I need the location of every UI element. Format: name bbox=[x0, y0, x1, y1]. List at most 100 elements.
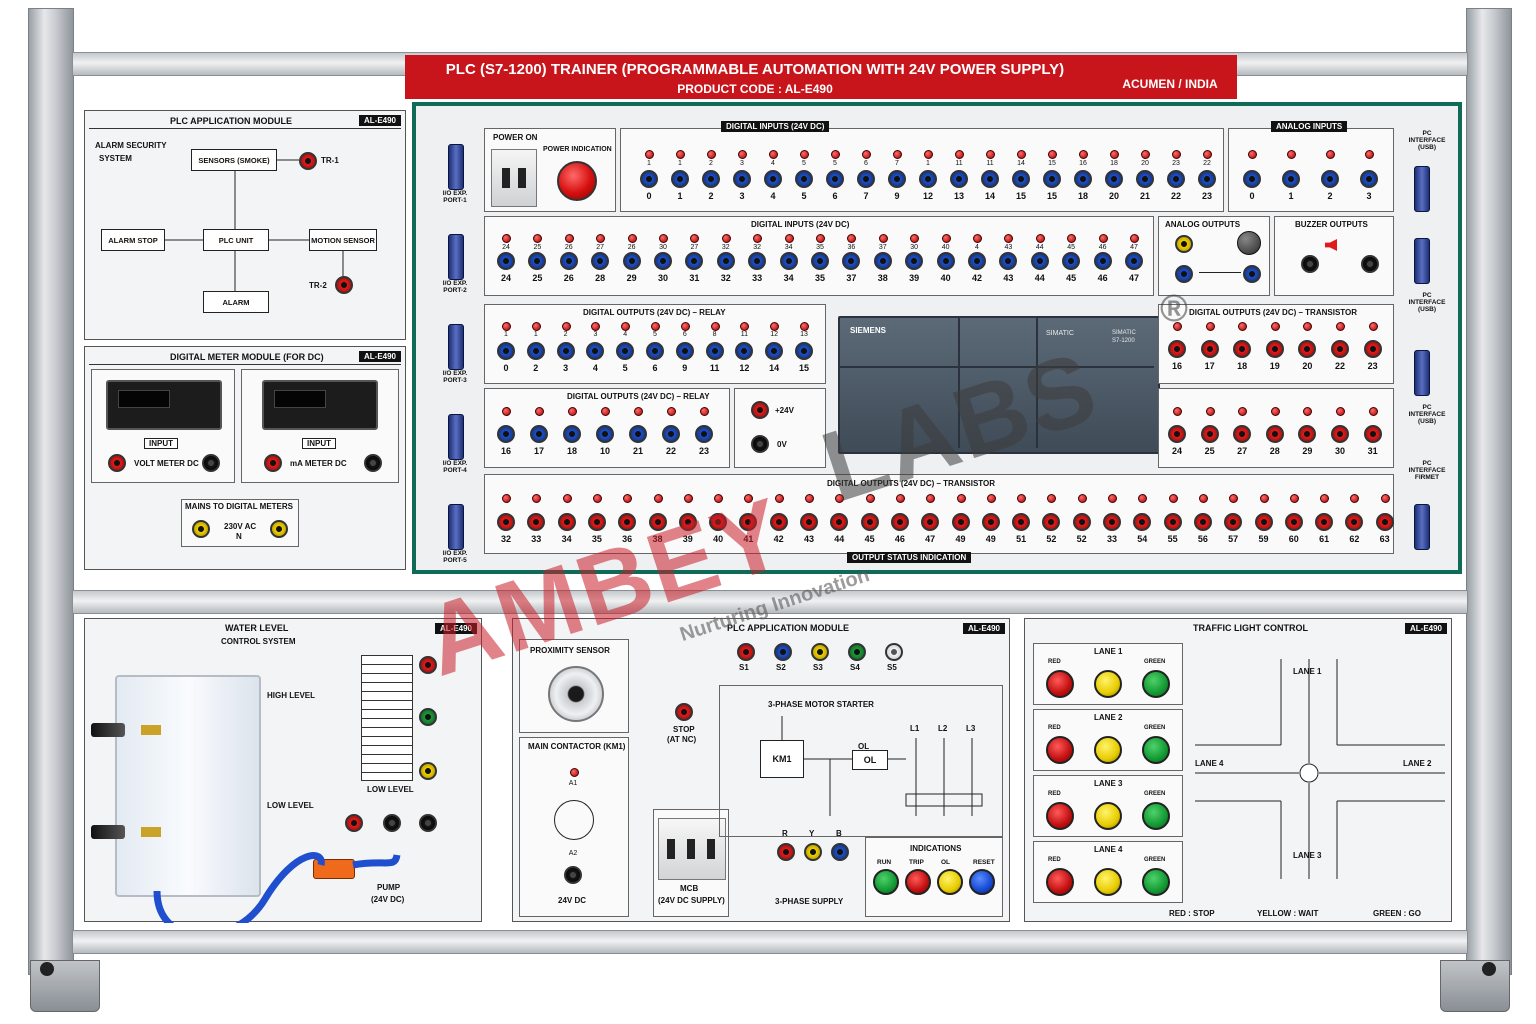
io-exp-port[interactable] bbox=[448, 324, 464, 370]
ao-out-socket-1[interactable] bbox=[1175, 265, 1193, 283]
dot3-socket[interactable] bbox=[800, 513, 818, 531]
traffic-yellow-light[interactable] bbox=[1094, 868, 1122, 896]
dot3-socket[interactable] bbox=[951, 513, 970, 531]
dot3-socket[interactable] bbox=[1072, 513, 1091, 531]
dot2-socket[interactable] bbox=[1168, 425, 1186, 443]
di1-socket[interactable] bbox=[1043, 170, 1061, 188]
dor1-socket[interactable] bbox=[556, 342, 575, 360]
indication-button[interactable] bbox=[969, 869, 995, 895]
di2-socket[interactable] bbox=[654, 252, 672, 270]
di2-socket[interactable] bbox=[779, 252, 798, 270]
pc-interface-port[interactable] bbox=[1414, 504, 1430, 550]
indication-button[interactable] bbox=[937, 869, 963, 895]
ai-socket[interactable] bbox=[1243, 170, 1261, 188]
pc-interface-port[interactable] bbox=[1414, 166, 1430, 212]
di1-socket[interactable] bbox=[671, 170, 689, 188]
indication-button[interactable] bbox=[873, 869, 899, 895]
di1-socket[interactable] bbox=[640, 170, 658, 188]
phase-socket[interactable] bbox=[777, 843, 795, 861]
dor2-socket[interactable] bbox=[596, 425, 614, 443]
dor2-socket[interactable] bbox=[695, 425, 713, 443]
phase-socket[interactable] bbox=[804, 843, 822, 861]
di2-socket[interactable] bbox=[1125, 252, 1143, 270]
di1-socket[interactable] bbox=[1167, 170, 1185, 188]
di1-socket[interactable] bbox=[950, 170, 968, 188]
s-switch-socket[interactable] bbox=[774, 643, 792, 661]
io-exp-port[interactable] bbox=[448, 144, 464, 190]
di1-socket[interactable] bbox=[795, 170, 813, 188]
dor1-socket[interactable] bbox=[795, 342, 813, 360]
mains-n-socket[interactable] bbox=[270, 520, 288, 538]
di1-socket[interactable] bbox=[888, 170, 906, 188]
dot3-socket[interactable] bbox=[1012, 513, 1031, 531]
di2-socket[interactable] bbox=[497, 252, 515, 270]
ao-pot-knob[interactable] bbox=[1237, 231, 1261, 255]
dot2-socket[interactable] bbox=[1363, 425, 1382, 443]
zero-v-socket[interactable] bbox=[751, 435, 769, 453]
buzzer-socket-2[interactable] bbox=[1361, 255, 1379, 273]
dor2-socket[interactable] bbox=[497, 425, 515, 443]
di2-socket[interactable] bbox=[559, 252, 578, 270]
power-mcb[interactable] bbox=[491, 149, 537, 207]
di1-socket[interactable] bbox=[1105, 170, 1123, 188]
dot2-socket[interactable] bbox=[1200, 425, 1219, 443]
phase-socket[interactable] bbox=[831, 843, 849, 861]
traffic-green-light[interactable] bbox=[1142, 736, 1170, 764]
dor1-socket[interactable] bbox=[705, 342, 724, 360]
dot3-socket[interactable] bbox=[557, 513, 576, 531]
di1-socket[interactable] bbox=[919, 170, 937, 188]
dot3-socket[interactable] bbox=[1375, 513, 1394, 531]
di1-socket[interactable] bbox=[702, 170, 720, 188]
dot1-socket[interactable] bbox=[1168, 340, 1186, 358]
dot3-socket[interactable] bbox=[981, 513, 1000, 531]
io-exp-port[interactable] bbox=[448, 234, 464, 280]
di1-socket[interactable] bbox=[1012, 170, 1030, 188]
dot3-socket[interactable] bbox=[1284, 513, 1303, 531]
dor2-socket[interactable] bbox=[530, 425, 548, 443]
dot3-socket[interactable] bbox=[1103, 513, 1121, 531]
pc-interface-port[interactable] bbox=[1414, 350, 1430, 396]
di1-socket[interactable] bbox=[857, 170, 875, 188]
dor1-socket[interactable] bbox=[497, 342, 515, 360]
ao-socket[interactable] bbox=[1175, 235, 1193, 253]
dot3-socket[interactable] bbox=[1163, 513, 1182, 531]
dor1-socket[interactable] bbox=[675, 342, 694, 360]
traffic-green-light[interactable] bbox=[1142, 670, 1170, 698]
di2-socket[interactable] bbox=[936, 252, 955, 270]
volt-meter-pos-socket[interactable] bbox=[108, 454, 126, 472]
ma-meter-pos-socket[interactable] bbox=[264, 454, 282, 472]
dot1-socket[interactable] bbox=[1200, 340, 1219, 358]
di1-socket[interactable] bbox=[1074, 170, 1092, 188]
dot3-socket[interactable] bbox=[1193, 513, 1212, 531]
dot3-socket[interactable] bbox=[1315, 513, 1334, 531]
dot3-socket[interactable] bbox=[890, 513, 909, 531]
traffic-yellow-light[interactable] bbox=[1094, 802, 1122, 830]
plus24-socket[interactable] bbox=[751, 401, 769, 419]
dot3-socket[interactable] bbox=[1254, 513, 1273, 531]
di1-socket[interactable] bbox=[826, 170, 844, 188]
s-switch-socket[interactable] bbox=[737, 643, 755, 661]
indication-button[interactable] bbox=[905, 869, 931, 895]
traffic-green-light[interactable] bbox=[1142, 868, 1170, 896]
di2-socket[interactable] bbox=[873, 252, 892, 270]
di1-socket[interactable] bbox=[1136, 170, 1154, 188]
traffic-yellow-light[interactable] bbox=[1094, 736, 1122, 764]
di1-socket[interactable] bbox=[1198, 170, 1216, 188]
di1-socket[interactable] bbox=[764, 170, 782, 188]
ai-socket[interactable] bbox=[1360, 170, 1378, 188]
di2-socket[interactable] bbox=[1030, 252, 1049, 270]
traffic-red-light[interactable] bbox=[1046, 736, 1074, 764]
ma-meter-neg-socket[interactable] bbox=[364, 454, 382, 472]
dor2-socket[interactable] bbox=[662, 425, 680, 443]
di1-socket[interactable] bbox=[981, 170, 999, 188]
io-exp-port[interactable] bbox=[448, 504, 464, 550]
s-switch-socket[interactable] bbox=[885, 643, 903, 661]
dot1-socket[interactable] bbox=[1331, 340, 1349, 358]
traffic-yellow-light[interactable] bbox=[1094, 670, 1122, 698]
di1-socket[interactable] bbox=[733, 170, 751, 188]
ai-socket[interactable] bbox=[1282, 170, 1300, 188]
traffic-red-light[interactable] bbox=[1046, 802, 1074, 830]
buzzer-socket-1[interactable] bbox=[1301, 255, 1319, 273]
mains-l-socket[interactable] bbox=[192, 520, 210, 538]
di2-socket[interactable] bbox=[622, 252, 641, 270]
